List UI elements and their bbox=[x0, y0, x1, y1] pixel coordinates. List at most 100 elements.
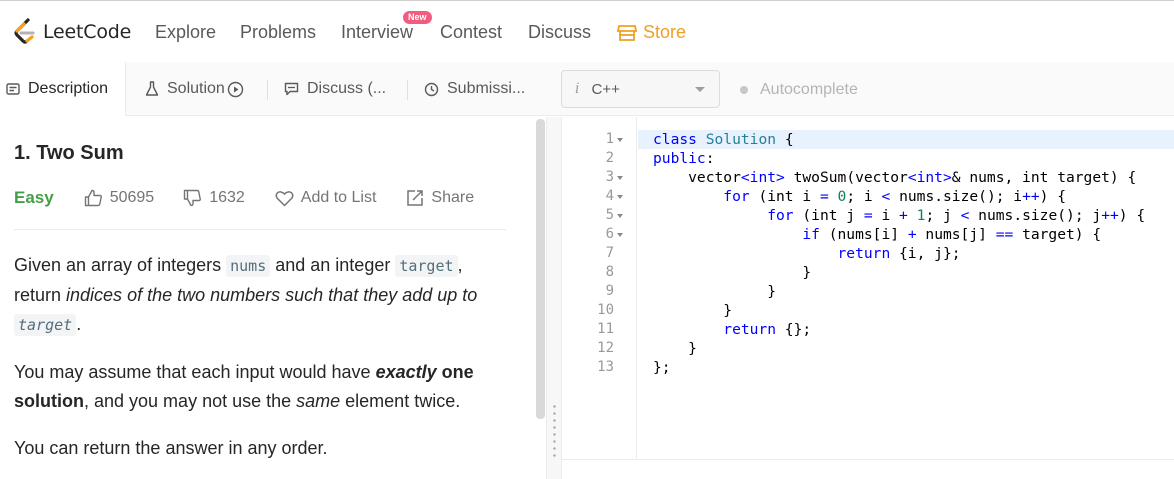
divider bbox=[14, 229, 506, 230]
problem-title: 1. Two Sum bbox=[14, 142, 124, 164]
code-line: } bbox=[653, 301, 732, 320]
code-token: & nums, int target) { bbox=[951, 169, 1137, 186]
fold-arrow-icon[interactable] bbox=[617, 225, 625, 244]
line-number: 4 bbox=[605, 188, 614, 204]
problem-meta: Easy 50695 1632 Add to List Share bbox=[14, 187, 474, 209]
code-token: } bbox=[767, 283, 777, 300]
line-number: 13 bbox=[597, 359, 614, 375]
code-token: (nums[i] bbox=[819, 226, 908, 243]
code-token: < bbox=[881, 188, 891, 205]
heart-icon bbox=[275, 190, 294, 206]
code-line: } bbox=[653, 263, 811, 282]
code-token: ) { bbox=[1118, 207, 1146, 224]
like-button[interactable]: 50695 bbox=[84, 189, 155, 207]
dislike-button[interactable]: 1632 bbox=[183, 189, 245, 207]
fold-arrow-icon[interactable] bbox=[617, 206, 625, 225]
code-token: i bbox=[872, 207, 900, 224]
code-token: ; j bbox=[925, 207, 961, 224]
panel-resize-splitter[interactable] bbox=[546, 117, 562, 479]
code-line: for (int j = i + 1; j < nums.size(); j++… bbox=[653, 206, 1145, 225]
top-navigation: LeetCode Explore Problems Interview New … bbox=[0, 0, 1174, 62]
fold-arrow-icon[interactable] bbox=[617, 168, 625, 187]
description-paragraph: You may assume that each input would hav… bbox=[14, 358, 514, 416]
line-number-gutter: 1 2 3 4 5 6 7 8 9 10 11 12 13 bbox=[562, 117, 637, 459]
code-line: return {}; bbox=[653, 320, 811, 339]
code-token: = bbox=[819, 188, 829, 205]
share-icon bbox=[407, 190, 424, 206]
code-line: return {i, j}; bbox=[653, 244, 961, 263]
line-number: 11 bbox=[597, 321, 614, 337]
nav-discuss[interactable]: Discuss bbox=[528, 22, 591, 43]
emphasis-text: same bbox=[296, 391, 341, 411]
code-token: public bbox=[653, 150, 706, 167]
editor-toolbar: i C++ Autocomplete bbox=[546, 62, 1174, 116]
code-token: + bbox=[907, 226, 917, 243]
problem-description-panel: 1. Two Sum Easy 50695 1632 Add to List S… bbox=[0, 117, 546, 479]
tab-discuss[interactable]: Discuss (... bbox=[284, 62, 386, 116]
inline-code: nums bbox=[226, 255, 271, 277]
code-line: for (int i = 0; i < nums.size(); i++) { bbox=[653, 187, 1066, 206]
code-token: nums.size(); i bbox=[890, 188, 1023, 205]
nav-problems[interactable]: Problems bbox=[240, 22, 316, 43]
code-token: ; i bbox=[846, 188, 882, 205]
code-editor[interactable]: 1 2 3 4 5 6 7 8 9 10 11 12 13 class Solu… bbox=[562, 117, 1174, 460]
code-token: <int> bbox=[907, 169, 952, 186]
tab-submissions-label: Submissi... bbox=[447, 80, 526, 97]
line-number: 9 bbox=[605, 283, 614, 299]
description-scrollbar[interactable] bbox=[536, 119, 545, 419]
code-token: } bbox=[688, 340, 697, 357]
code-token: } bbox=[802, 264, 812, 281]
line-number: 2 bbox=[605, 150, 614, 166]
description-icon bbox=[6, 83, 20, 95]
code-token: (int i bbox=[749, 188, 820, 205]
code-token: for bbox=[723, 188, 750, 205]
leetcode-logo[interactable]: LeetCode bbox=[12, 16, 131, 48]
nav-store[interactable]: Store bbox=[617, 22, 686, 43]
code-line: } bbox=[653, 339, 697, 358]
autocomplete-toggle[interactable]: Autocomplete bbox=[740, 81, 858, 99]
autocomplete-label: Autocomplete bbox=[760, 81, 858, 98]
code-token: ++ bbox=[1101, 207, 1119, 224]
code-token: ) { bbox=[1039, 188, 1067, 205]
thumbs-down-icon bbox=[184, 189, 202, 207]
comment-icon bbox=[284, 82, 299, 96]
description-paragraph: Given an array of integers nums and an i… bbox=[14, 251, 514, 340]
tab-separator bbox=[407, 80, 408, 100]
code-token: (int j bbox=[793, 207, 864, 224]
code-token: } bbox=[723, 302, 733, 319]
add-to-list-label: Add to List bbox=[300, 189, 377, 206]
share-label: Share bbox=[431, 189, 475, 206]
share-button[interactable]: Share bbox=[406, 189, 474, 207]
code-line: class Solution { bbox=[653, 130, 794, 149]
thumbs-up-icon bbox=[84, 189, 102, 207]
code-token: { bbox=[776, 131, 794, 148]
tab-description[interactable]: Description bbox=[0, 62, 126, 116]
text: Given an array of integers bbox=[14, 255, 227, 275]
nav-interview[interactable]: Interview bbox=[341, 22, 413, 43]
line-number: 12 bbox=[597, 340, 614, 356]
text: . bbox=[76, 314, 82, 334]
fold-arrow-icon[interactable] bbox=[617, 187, 625, 206]
language-info-icon: i bbox=[575, 81, 580, 97]
leetcode-logo-icon bbox=[14, 18, 35, 44]
language-select[interactable]: i C++ bbox=[561, 70, 720, 108]
code-token: target) { bbox=[1013, 226, 1102, 243]
text: You may assume that each input would hav… bbox=[14, 362, 376, 382]
nav-explore[interactable]: Explore bbox=[155, 22, 216, 43]
code-token: Solution bbox=[705, 131, 777, 148]
nav-contest[interactable]: Contest bbox=[440, 22, 502, 43]
add-to-list-button[interactable]: Add to List bbox=[275, 189, 377, 207]
tab-submissions[interactable]: Submissi... bbox=[424, 62, 525, 116]
tab-discuss-label: Discuss (... bbox=[307, 80, 387, 97]
tab-solution[interactable]: Solution bbox=[145, 62, 244, 116]
clock-icon bbox=[424, 82, 439, 96]
nav-store-label: Store bbox=[643, 22, 687, 42]
fold-arrow-icon[interactable] bbox=[617, 130, 625, 149]
logo-text: LeetCode bbox=[43, 21, 132, 43]
code-token: {}; bbox=[776, 321, 812, 338]
line-number: 3 bbox=[605, 169, 614, 185]
code-token: <int> bbox=[740, 169, 785, 186]
likes-count: 50695 bbox=[109, 189, 155, 206]
